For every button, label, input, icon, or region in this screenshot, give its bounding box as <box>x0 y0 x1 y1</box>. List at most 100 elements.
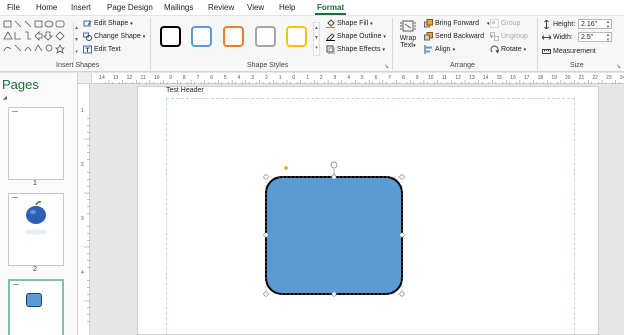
page-number-1: 1 <box>33 180 37 187</box>
height-field[interactable]: 2.16" ▲ ▼ <box>578 19 612 29</box>
group-button[interactable]: Group <box>490 19 520 28</box>
ungroup-icon <box>490 32 499 41</box>
align-button[interactable]: Align ▾ <box>424 45 455 54</box>
send-backward-button[interactable]: Send Backward ▾ <box>424 32 493 41</box>
resize-handle-top[interactable] <box>331 174 337 180</box>
ribbon: ▲ ▼ ▾ Edit Shape ▾ Change Shape ▾ Edit Text … <box>0 15 624 72</box>
resize-handle-bottom-right[interactable] <box>399 291 405 297</box>
tab-format[interactable]: Format <box>314 3 347 15</box>
edit-shape-label: Edit Shape <box>94 20 129 27</box>
ruler-tick-label: 13 <box>113 75 119 81</box>
resize-handle-top-right[interactable] <box>399 174 405 180</box>
ruler-tick-label: 6 <box>375 75 378 81</box>
shape-style-swatch-black[interactable] <box>160 26 181 47</box>
ruler-tick-label: 9 <box>416 75 419 81</box>
resize-handle-bottom[interactable] <box>331 291 337 297</box>
height-label: Height: <box>553 21 576 28</box>
shape-styles-dialog-launcher-icon[interactable]: ↘ <box>384 63 389 70</box>
pages-pane: Pages ◢ 1 2 <box>0 73 78 335</box>
tab-mailings[interactable]: Mailings <box>164 3 193 12</box>
page-thumbnail-3[interactable] <box>8 279 64 335</box>
tab-page-design[interactable]: Page Design <box>107 3 153 12</box>
shape-style-swatch-orange[interactable] <box>223 26 244 47</box>
edit-text-button[interactable]: Edit Text <box>83 45 121 54</box>
ruler-tick-label: 1 <box>306 75 309 81</box>
ruler-tick-label: 13 <box>469 75 475 81</box>
group-label: Group <box>501 20 521 27</box>
ruler-tick-label: 6 <box>210 75 213 81</box>
size-dialog-launcher-icon[interactable]: ↘ <box>616 63 621 70</box>
ungroup-button[interactable]: Ungroup <box>490 32 528 41</box>
shape-style-swatch-blue[interactable] <box>191 26 212 47</box>
ruler-tick-label: 20 <box>565 75 571 81</box>
shape-effects-label: Shape Effects <box>337 46 381 53</box>
tab-home[interactable]: Home <box>36 3 57 12</box>
bring-forward-button[interactable]: Bring Forward ▾ <box>424 19 489 28</box>
width-label-row: Width: <box>541 33 573 42</box>
ruler-icon <box>542 47 551 56</box>
tab-file[interactable]: File <box>7 3 20 12</box>
insert-shapes-group-label: Insert Shapes <box>56 62 100 69</box>
shapes-gallery[interactable]: ▲ ▼ ▾ <box>2 19 79 62</box>
ruler-tick-label: 8 <box>402 75 405 81</box>
shape-style-swatch-gold[interactable] <box>286 26 307 47</box>
resize-handle-bottom-left[interactable] <box>263 291 269 297</box>
measurement-button[interactable]: Measurement <box>542 47 596 56</box>
ruler-tick-label: 19 <box>551 75 557 81</box>
measurement-label: Measurement <box>553 48 596 55</box>
wrap-text-button[interactable]: Wrap Text▾ <box>398 19 418 49</box>
group-icon <box>490 19 499 28</box>
change-shape-icon <box>83 32 92 41</box>
ruler-tick-label: 16 <box>510 75 516 81</box>
rotation-handle[interactable] <box>330 161 338 169</box>
page-thumbnail-1[interactable] <box>8 107 64 180</box>
ruler-tick-label: 2 <box>265 75 268 81</box>
paint-bucket-icon <box>326 19 335 29</box>
shapes-gallery-scroll[interactable]: ▲ ▼ ▾ <box>73 22 79 62</box>
shape-outline-button[interactable]: Shape Outline ▾ <box>326 32 386 42</box>
align-label: Align <box>435 46 451 53</box>
shape-effects-button[interactable]: Shape Effects ▾ <box>326 45 385 55</box>
height-icon <box>542 19 551 30</box>
ruler-corner <box>78 73 92 84</box>
tab-review[interactable]: Review <box>208 3 234 12</box>
rounded-rectangle-shape[interactable] <box>265 176 403 295</box>
ruler-tick-label: 4 <box>238 75 241 81</box>
ruler-tick-label: 3 <box>251 75 254 81</box>
tab-view[interactable]: View <box>247 3 264 12</box>
resize-handle-left[interactable] <box>263 232 269 238</box>
page-thumbnail-2[interactable] <box>8 193 64 266</box>
width-spinner[interactable]: ▲ ▼ <box>606 32 610 42</box>
arrange-group-label: Arrange <box>450 62 475 69</box>
ruler-tick-label: 5 <box>224 75 227 81</box>
horizontal-ruler[interactable]: 14 13 12 11 10 9 8 7 6 5 4 3 2 1 0 1 2 3 4 5 6 7 8 9 10 11 12 13 14 1… <box>92 73 624 84</box>
tab-help[interactable]: Help <box>279 3 295 12</box>
change-shape-button[interactable]: Change Shape ▾ <box>83 32 145 41</box>
shape-styles-gallery-scroll[interactable]: ▲ ▼ ▾ <box>313 22 320 56</box>
width-field[interactable]: 2.5" ▲ ▼ <box>578 32 612 42</box>
group-divider <box>150 18 151 70</box>
height-spinner[interactable]: ▲ ▼ <box>606 19 610 29</box>
horizontal-ruler-ticks: 14 13 12 11 10 9 8 7 6 5 4 3 2 1 0 1 2 3 4 5 6 7 8 9 10 11 12 13 14 1… <box>99 75 624 84</box>
send-backward-label: Send Backward <box>435 33 485 40</box>
ruler-tick-label: 21 <box>579 75 585 81</box>
shape-style-swatch-gray[interactable] <box>255 26 276 47</box>
resize-handle-top-left[interactable] <box>263 174 269 180</box>
publication-page[interactable]: Test Header <box>137 86 599 335</box>
collapse-triangle-icon[interactable]: ◢ <box>3 95 7 101</box>
rotate-icon <box>490 45 500 54</box>
width-icon <box>541 33 552 42</box>
shapes-gallery-icons <box>3 20 65 54</box>
ruler-tick-label: 14 <box>483 75 489 81</box>
ruler-tick-label: 14 <box>99 75 105 81</box>
adjustment-handle[interactable] <box>283 165 289 171</box>
vertical-ruler[interactable]: 1 2 3 4 <box>78 84 90 335</box>
ruler-tick-label: 2 <box>320 75 323 81</box>
ruler-tick-label: 12 <box>127 75 133 81</box>
ruler-tick-label: 7 <box>197 75 200 81</box>
edit-shape-button[interactable]: Edit Shape ▾ <box>83 19 133 28</box>
rotate-button[interactable]: Rotate ▾ <box>490 45 526 54</box>
resize-handle-right[interactable] <box>399 232 405 238</box>
shape-fill-button[interactable]: Shape Fill ▾ <box>326 19 373 29</box>
tab-insert[interactable]: Insert <box>71 3 91 12</box>
